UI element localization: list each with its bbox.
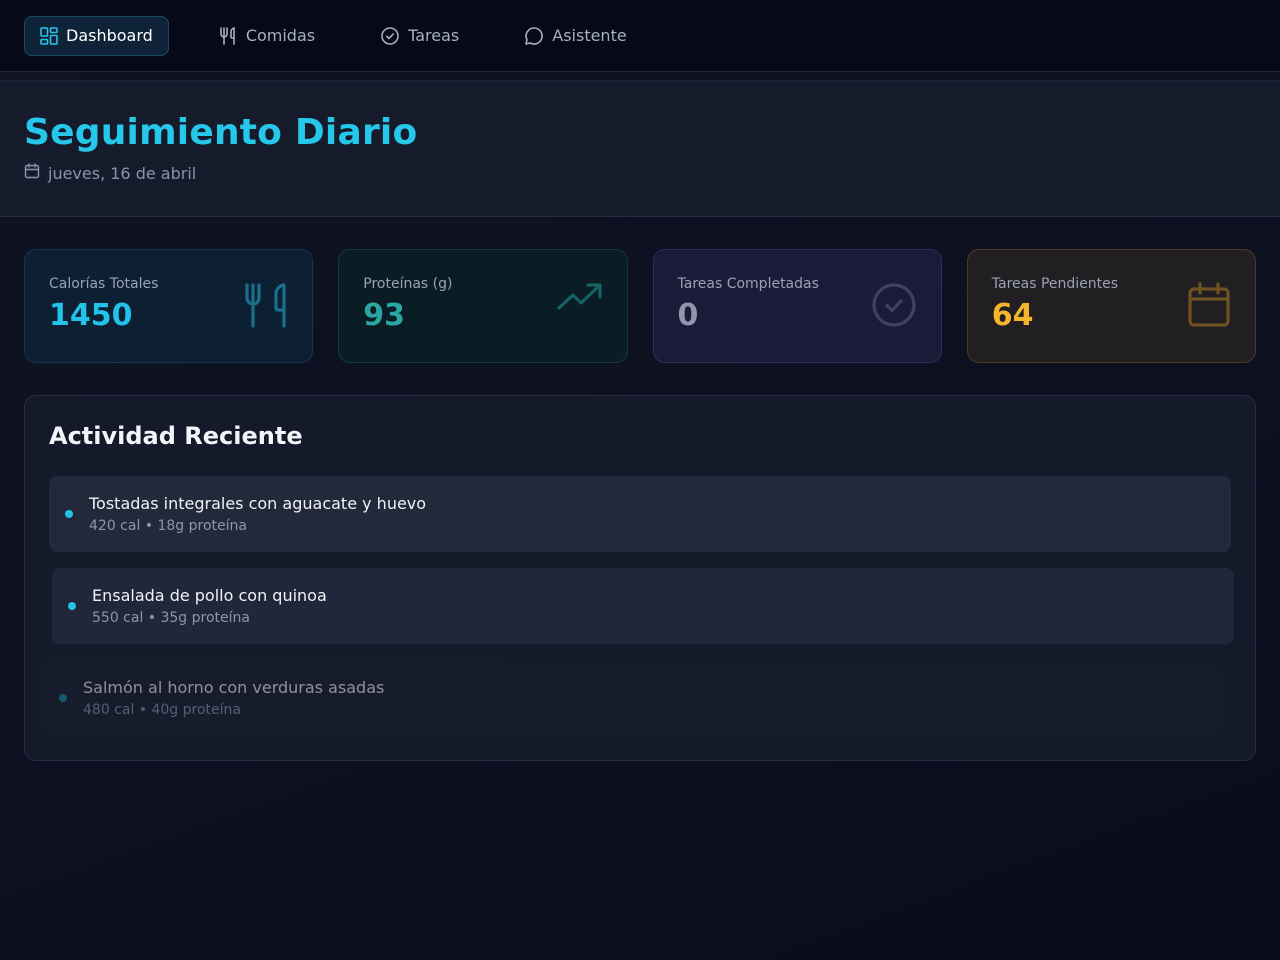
bullet-dot [68,602,76,610]
stat-card-completed-tasks: Tareas Completadas 0 [652,249,942,363]
stat-card-calories: Calorías Totales 1450 [24,249,314,363]
calendar-icon [24,163,40,183]
activity-item[interactable]: Salmón al horno con verduras asadas 480 … [43,660,1223,736]
activity-item[interactable]: Tostadas integrales con aguacate y huevo… [49,476,1231,552]
nav-tab-tareas-label: Tareas [408,26,460,45]
nav-tab-comidas[interactable]: Comidas [202,16,331,56]
nav-tab-tareas[interactable]: Tareas [364,16,475,56]
date-row: jueves, 16 de abril [24,163,1256,183]
activity-item-name: Tostadas integrales con aguacate y huevo [89,494,427,513]
bullet-dot [65,510,73,518]
activity-item-meta: 480 cal • 40g proteína [83,702,241,718]
top-navigation: Dashboard Comidas Tareas Asistente [0,0,1280,72]
check-circle-icon [380,26,400,46]
stats-cards: Calorías Totales 1450 Proteínas (g) 93 T… [24,249,1256,363]
utensils-icon [244,282,288,334]
page-header: Seguimiento Diario jueves, 16 de abril [0,80,1280,217]
recent-activity-panel: Actividad Reciente Tostadas integrales c… [24,395,1256,761]
stat-card-pending-tasks: Tareas Pendientes 64 [966,249,1256,363]
check-circle-icon [871,282,917,332]
nav-tab-dashboard-label: Dashboard [66,26,153,45]
activity-item-meta: 550 cal • 35g proteína [92,610,250,626]
current-date: jueves, 16 de abril [48,163,197,183]
activity-item-meta: 420 cal • 18g proteína [89,518,247,534]
activity-item[interactable]: Ensalada de pollo con quinoa 550 cal • 3… [52,568,1234,644]
chat-bubble-icon [524,26,544,46]
nav-tab-comidas-label: Comidas [245,26,316,45]
bullet-dot [59,694,67,702]
utensils-icon [218,26,238,46]
nav-tab-asistente-label: Asistente [552,26,627,45]
dashboard-grid-icon [40,26,58,45]
section-title: Actividad Reciente [49,422,303,450]
activity-item-name: Salmón al horno con verduras asadas [83,678,385,697]
nav-tab-dashboard[interactable]: Dashboard [24,15,169,56]
calendar-icon [1187,282,1231,332]
stat-card-protein: Proteínas (g) 93 [338,249,628,363]
trending-up-icon [557,282,603,316]
page-title: Seguimiento Diario [24,112,418,153]
nav-tab-asistente[interactable]: Asistente [508,16,642,56]
activity-item-name: Ensalada de pollo con quinoa [92,586,327,605]
